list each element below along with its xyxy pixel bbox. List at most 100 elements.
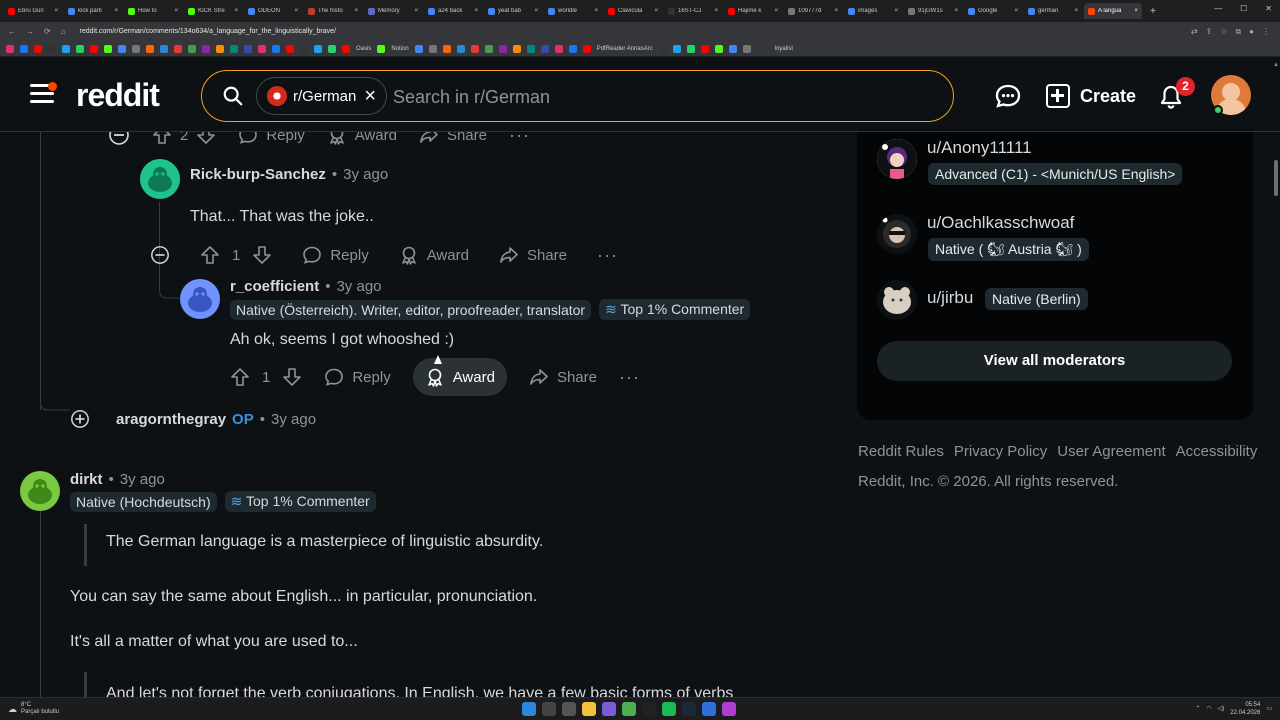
bookmark-icon[interactable] [377,44,386,53]
notification-icon[interactable]: ▭ [1266,705,1272,713]
tab-close-icon[interactable]: × [1014,8,1018,14]
subreddit-chip[interactable]: r/German × [256,77,388,115]
bookmark-icon[interactable] [146,44,154,53]
footer-link[interactable]: Privacy Policy [954,443,1047,460]
bookmark-icon[interactable] [188,44,196,53]
close-icon[interactable]: ✕ [1265,4,1272,13]
search-input[interactable]: Search in r/German [393,87,550,108]
reply-button[interactable]: Reply [324,367,391,387]
bookmark-icon[interactable] [328,44,336,53]
tab-close-icon[interactable]: × [654,8,658,14]
upvote-icon[interactable] [152,132,172,145]
browser-tab[interactable]: 91jGW1s × [904,3,962,19]
spotify-icon[interactable] [662,702,676,716]
reply-button[interactable]: Reply [238,132,305,145]
comment-time[interactable]: 3y ago [271,411,316,428]
bookmark-icon[interactable] [314,44,322,53]
bookmark-icon[interactable] [174,44,182,53]
bookmark-label[interactable]: PdfReader AnnasArc [597,46,653,52]
start-icon[interactable] [522,702,536,716]
bookmark-label[interactable]: Oasis [356,46,371,52]
bookmark-icon[interactable] [456,44,465,53]
browser-tab[interactable]: Hajime k × [724,3,782,19]
bookmark-icon[interactable] [342,44,350,53]
browser-tab[interactable]: How to × [124,3,182,19]
more-options-icon[interactable]: ··· [509,132,530,146]
comment-avatar[interactable] [20,471,60,511]
tab-close-icon[interactable]: × [414,8,418,14]
url-field[interactable]: reddit.com/r/German/comments/134o634/a_l… [74,28,1191,35]
bookmark-icon[interactable] [76,44,84,53]
tab-close-icon[interactable]: × [714,8,718,14]
app-icon[interactable] [642,702,656,716]
chip-close-icon[interactable]: × [364,85,376,108]
tab-close-icon[interactable]: × [234,8,238,14]
star-icon[interactable]: ☆ [1220,27,1227,37]
reload-icon[interactable]: ⟳ [44,27,51,36]
search-taskbar-icon[interactable] [542,702,556,716]
view-all-moderators-button[interactable]: View all moderators [877,341,1232,381]
browser-tab[interactable]: a24 back × [424,3,482,19]
bookmark-icon[interactable] [554,44,563,53]
new-tab-icon[interactable]: + [1150,6,1156,17]
menu-icon[interactable]: ⋮ [1262,27,1270,37]
comment-author[interactable]: r_coefficient [230,278,319,295]
tray-chevron-icon[interactable]: ⌃ [1195,705,1200,713]
bookmark-icon[interactable] [686,44,695,53]
bookmark-icon[interactable] [118,44,126,53]
downvote-icon[interactable] [282,367,302,387]
bookmark-icon[interactable] [540,44,549,53]
downvote-icon[interactable] [252,245,272,265]
profile-icon[interactable]: ● [1249,27,1254,37]
award-button[interactable]: Award [399,245,469,265]
bookmark-icon[interactable] [714,44,723,53]
bookmark-icon[interactable] [700,44,709,53]
forward-icon[interactable]: → [26,27,34,36]
bookmark-icon[interactable] [300,44,308,53]
browser-tab[interactable]: KICK Stre × [184,3,242,19]
chrome-icon[interactable] [622,702,636,716]
tab-close-icon[interactable]: × [354,8,358,14]
create-plus-icon[interactable] [1046,84,1070,108]
bookmark-icon[interactable] [6,44,14,53]
moderator-avatar[interactable] [877,139,917,179]
share-button[interactable]: Share [529,367,597,387]
share-button[interactable]: Share [419,132,487,145]
bookmark-icon[interactable] [272,44,280,53]
downvote-icon[interactable] [196,132,216,145]
browser-tab[interactable]: yeat bab × [484,3,542,19]
bookmark-icon[interactable] [34,44,42,53]
bookmark-icon[interactable] [728,44,737,53]
tab-close-icon[interactable]: × [174,8,178,14]
footer-link[interactable]: Reddit Rules [858,443,944,460]
browser-tab[interactable]: 16ST-CJ × [664,3,722,19]
reply-button[interactable]: Reply [302,245,369,265]
browser-tab[interactable]: german × [1024,3,1082,19]
tab-close-icon[interactable]: × [774,8,778,14]
bookmark-icon[interactable] [90,44,98,53]
browser-tab[interactable]: A langua × [1084,3,1142,19]
browser-tab[interactable]: ODEON × [244,3,302,19]
browser-tab[interactable]: worldle × [544,3,602,19]
back-icon[interactable]: ← [8,27,16,36]
tab-close-icon[interactable]: × [894,8,898,14]
browser-tab[interactable]: Google × [964,3,1022,19]
home-icon[interactable]: ⌂ [61,27,66,36]
browser-tab[interactable]: The histo × [304,3,362,19]
bookmark-icon[interactable] [20,44,28,53]
tab-close-icon[interactable]: × [954,8,958,14]
browser-tab[interactable]: Memory × [364,3,422,19]
bookmark-icon[interactable] [526,44,535,53]
bookmark-icon[interactable] [658,44,667,53]
app-icon[interactable] [722,702,736,716]
page-scrollbar[interactable] [1272,57,1280,697]
moderator-name[interactable]: u/Anony11111 [927,138,1032,158]
upvote-icon[interactable] [200,245,220,265]
footer-link[interactable]: User Agreement [1057,443,1165,460]
bookmark-icon[interactable] [48,44,56,53]
reddit-logo[interactable]: reddit [76,77,160,114]
browser-tab[interactable]: Ebru Gün × [4,3,62,19]
tab-close-icon[interactable]: × [834,8,838,14]
collapse-icon[interactable] [150,245,170,265]
bookmark-icon[interactable] [286,44,294,53]
